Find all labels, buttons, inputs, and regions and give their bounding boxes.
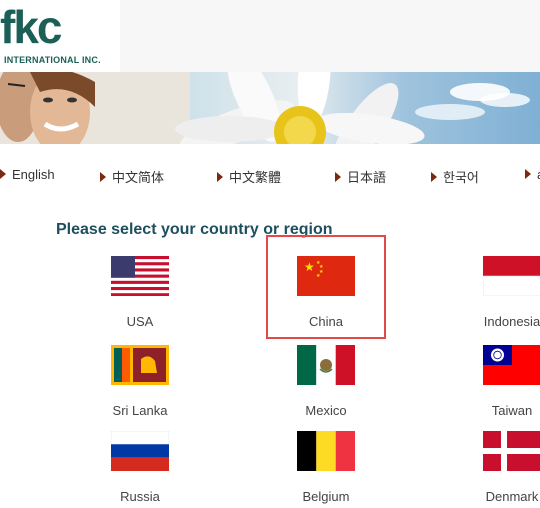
country-china[interactable]: ★ ★ ★ ★ ★ China [276, 256, 376, 329]
country-usa[interactable]: USA [90, 256, 190, 329]
country-name: USA [126, 314, 154, 329]
arrow-right-icon [525, 169, 531, 179]
china-flag-icon: ★ ★ ★ ★ ★ [297, 256, 355, 296]
hero-banner [0, 72, 540, 144]
country-taiwan[interactable]: Taiwan [462, 345, 540, 418]
indonesia-flag-icon [483, 256, 540, 296]
language-label: 日本語 [347, 170, 387, 185]
fkc-logo[interactable]: fkc INTERNATIONAL INC. [0, 1, 120, 65]
language-link-more[interactable]: a [525, 167, 540, 182]
country-denmark[interactable]: Denmark [462, 431, 540, 504]
country-mexico[interactable]: Mexico [276, 345, 376, 418]
country-name: China [309, 314, 343, 329]
country-name: Belgium [302, 489, 350, 504]
country-name: Mexico [305, 403, 347, 418]
language-link-korean[interactable]: 한국어 [431, 167, 479, 186]
language-label: 한국어 [443, 170, 479, 185]
country-indonesia[interactable]: Indonesia [462, 256, 540, 329]
banner-illustration [0, 72, 530, 144]
mexico-flag-icon [297, 345, 355, 385]
language-label: 中文繁體 [229, 170, 282, 185]
language-label: 中文简体 [112, 170, 165, 185]
taiwan-flag-icon [483, 345, 540, 385]
svg-text:★: ★ [316, 273, 321, 279]
logo-wordmark: fkc [0, 1, 63, 53]
country-name: Denmark [485, 489, 539, 504]
usa-flag-icon [111, 256, 169, 296]
country-name: Russia [120, 489, 160, 504]
denmark-flag-icon [483, 431, 540, 471]
header: fkc INTERNATIONAL INC. [0, 0, 540, 72]
logo-subtitle: INTERNATIONAL INC. [4, 55, 101, 65]
language-link-english[interactable]: English [0, 167, 55, 182]
country-sri-lanka[interactable]: Sri Lanka [90, 345, 190, 418]
arrow-right-icon [217, 172, 223, 182]
country-name: Sri Lanka [112, 403, 168, 418]
language-link-traditional-chinese[interactable]: 中文繁體 [217, 167, 281, 186]
arrow-right-icon [0, 169, 6, 179]
belgium-flag-icon [297, 431, 355, 471]
language-link-japanese[interactable]: 日本語 [335, 167, 386, 186]
svg-text:★: ★ [304, 260, 315, 274]
arrow-right-icon [335, 172, 341, 182]
country-belgium[interactable]: Belgium [276, 431, 376, 504]
arrow-right-icon [431, 172, 437, 182]
country-name: Indonesia [483, 314, 540, 329]
language-bar: English 中文简体 中文繁體 日本語 한국어 a [0, 160, 540, 190]
country-russia[interactable]: Russia [90, 431, 190, 504]
arrow-right-icon [100, 172, 106, 182]
language-label: English [12, 167, 55, 182]
country-name: Taiwan [491, 403, 533, 418]
header-background [120, 0, 540, 72]
sri-lanka-flag-icon [111, 345, 169, 385]
russia-flag-icon [111, 431, 169, 471]
language-link-simplified-chinese[interactable]: 中文简体 [100, 167, 164, 186]
